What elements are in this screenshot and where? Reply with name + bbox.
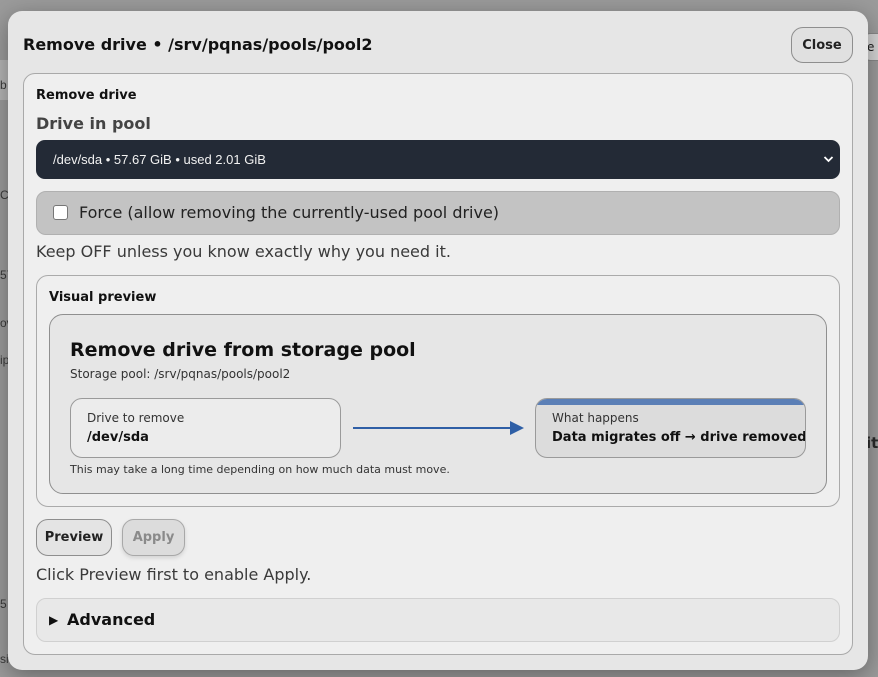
remove-drive-panel: Remove drive Drive in pool /dev/sda • 57… <box>23 73 853 655</box>
close-button[interactable]: Close <box>791 27 853 63</box>
preview-card-subtitle: Storage pool: /srv/pqnas/pools/pool2 <box>70 367 291 381</box>
section-title: Remove drive <box>36 88 137 103</box>
what-happens-caption: What happens <box>552 411 639 425</box>
drive-field-label: Drive in pool <box>36 114 151 133</box>
drive-to-remove-caption: Drive to remove <box>87 411 185 425</box>
force-label[interactable]: Force (allow removing the currently-used… <box>79 203 499 222</box>
advanced-label: Advanced <box>67 610 156 629</box>
what-happens-box: What happens Data migrates off → drive r… <box>535 398 806 458</box>
background-text: 5 <box>0 597 7 611</box>
background-text: b <box>0 78 7 92</box>
preview-note: This may take a long time depending on h… <box>70 463 450 476</box>
visual-preview-panel: Visual preview Remove drive from storage… <box>36 275 840 507</box>
drive-select[interactable]: /dev/sda • 57.67 GiB • used 2.01 GiB <box>36 140 840 179</box>
arrow-right-icon <box>353 421 524 435</box>
chevron-down-icon <box>823 140 834 196</box>
drive-to-remove-value: /dev/sda <box>87 430 149 445</box>
modal-title: Remove drive • /srv/pqnas/pools/pool2 <box>23 35 373 54</box>
force-checkbox[interactable] <box>53 205 68 220</box>
triangle-right-icon: ▶ <box>49 613 59 627</box>
visual-preview-title: Visual preview <box>49 290 157 305</box>
remove-drive-modal: Remove drive • /srv/pqnas/pools/pool2 Cl… <box>8 11 868 670</box>
accent-bar <box>536 399 805 405</box>
preview-card: Remove drive from storage pool Storage p… <box>49 314 827 494</box>
drive-to-remove-box: Drive to remove /dev/sda <box>70 398 341 458</box>
advanced-toggle[interactable]: ▶ Advanced <box>36 598 840 642</box>
force-option: Force (allow removing the currently-used… <box>36 191 840 235</box>
apply-hint: Click Preview first to enable Apply. <box>36 565 312 584</box>
preview-button[interactable]: Preview <box>36 519 112 556</box>
force-hint: Keep OFF unless you know exactly why you… <box>36 242 451 261</box>
preview-card-title: Remove drive from storage pool <box>70 339 416 361</box>
apply-button[interactable]: Apply <box>122 519 185 556</box>
what-happens-value: Data migrates off → drive removed <box>552 430 806 445</box>
drive-select-value: /dev/sda • 57.67 GiB • used 2.01 GiB <box>53 152 266 167</box>
